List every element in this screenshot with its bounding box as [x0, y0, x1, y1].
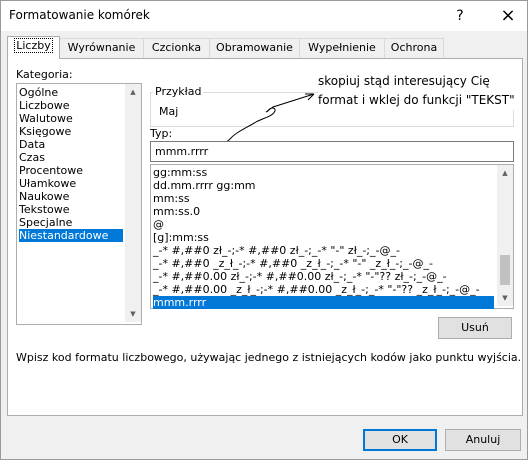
tab-czcionka[interactable]: Czcionka [143, 38, 210, 58]
format-item[interactable]: dd.mm.rrrr gg:mm [153, 179, 256, 192]
category-item[interactable]: Tekstowe [19, 203, 70, 216]
format-item[interactable]: mm:ss.0 [153, 205, 200, 218]
format-item[interactable]: @ [153, 218, 164, 231]
category-item[interactable]: Specjalne [19, 216, 72, 229]
cancel-button-label: Anuluj [465, 433, 501, 446]
ok-button[interactable]: OK [363, 429, 437, 451]
delete-button[interactable]: Usuń [438, 317, 512, 339]
scroll-up-arrow-icon[interactable]: ▲ [497, 165, 513, 181]
format-item[interactable]: mm:ss [153, 192, 190, 205]
format-item[interactable]: gg:mm:ss [153, 166, 207, 179]
cancel-button[interactable]: Anuluj [445, 429, 521, 451]
window-title: Formatowanie komórek [9, 8, 150, 22]
tab-label: Liczby [14, 38, 53, 53]
format-description: Wpisz kod formatu liczbowego, używając j… [16, 351, 522, 364]
tab-obramowanie[interactable]: Obramowanie [209, 38, 300, 58]
format-item[interactable]: _-* #,##0.00 _z_ł_-;-* #,##0.00 _z_ł_-;_… [153, 283, 480, 296]
help-button[interactable]: ? [445, 3, 475, 29]
title-bar: Formatowanie komórek ? × [1, 1, 527, 31]
format-item[interactable]: _-* #,##0 zł_-;-* #,##0 zł_-;_-* "-" zł_… [153, 244, 400, 257]
format-scrollbar[interactable]: ▲ ▼ [497, 165, 513, 306]
tab-wypelnienie[interactable]: Wypełnienie [299, 38, 385, 58]
scroll-down-arrow-icon[interactable]: ▼ [125, 306, 141, 322]
category-item-selected[interactable]: Niestandardowe [19, 229, 123, 242]
type-input[interactable]: mmm.rrrr [150, 141, 514, 162]
category-item[interactable]: Naukowe [19, 190, 69, 203]
tab-wyrownanie[interactable]: Wyrównanie [59, 38, 144, 58]
format-cells-dialog: Formatowanie komórek ? × Liczby Wyrównan… [0, 0, 528, 460]
format-item[interactable]: _-* #,##0.00 zł_-;-* #,##0.00 zł_-;_-* "… [153, 270, 447, 283]
format-list[interactable]: gg:mm:ss dd.mm.rrrr gg:mm mm:ss mm:ss.0 … [150, 164, 514, 309]
format-item[interactable]: [g]:mm:ss [153, 231, 209, 244]
type-label: Typ: [150, 127, 173, 140]
scroll-thumb[interactable] [500, 255, 510, 285]
tab-liczby[interactable]: Liczby [7, 36, 60, 59]
tab-ochrona[interactable]: Ochrona [384, 38, 444, 58]
delete-button-label: Usuń [461, 321, 489, 334]
format-item-selected[interactable]: mmm.rrrr [153, 296, 494, 309]
format-item[interactable]: _-* #,##0 _z_ł_-;-* #,##0 _z_ł_-;_-* "-"… [153, 257, 433, 270]
ok-button-label: OK [392, 433, 408, 446]
close-button[interactable]: × [493, 3, 523, 29]
type-input-value: mmm.rrrr [155, 145, 209, 158]
scroll-down-arrow-icon[interactable]: ▼ [497, 290, 513, 306]
number-tab-panel: Kategoria: Ogólne Liczbowe Walutowe Księ… [7, 58, 523, 416]
